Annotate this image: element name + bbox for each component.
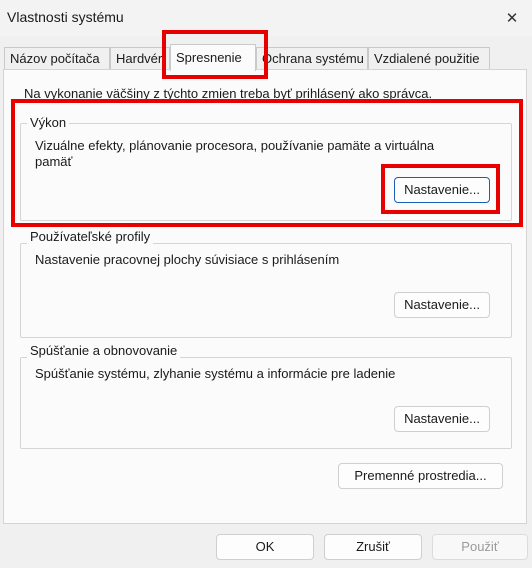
tab-computer-name[interactable]: Názov počítača bbox=[4, 47, 110, 69]
user-profiles-settings-button[interactable]: Nastavenie... bbox=[394, 292, 490, 318]
cancel-button[interactable]: Zrušiť bbox=[324, 534, 422, 560]
performance-description: Vizuálne efekty, plánovanie procesora, p… bbox=[35, 138, 435, 169]
window-title: Vlastnosti systému bbox=[7, 9, 124, 25]
user-profiles-description: Nastavenie pracovnej plochy súvisiace s … bbox=[35, 252, 340, 267]
tab-advanced[interactable]: Spresnenie bbox=[170, 44, 256, 71]
close-icon[interactable]: ✕ bbox=[492, 0, 532, 36]
startup-recovery-settings-button[interactable]: Nastavenie... bbox=[394, 406, 490, 432]
performance-label: Výkon bbox=[27, 115, 70, 131]
tab-strip: Názov počítača Hardvér Spresnenie Ochran… bbox=[0, 44, 532, 71]
tab-remote[interactable]: Vzdialené použitie bbox=[368, 47, 490, 69]
environment-variables-button[interactable]: Premenné prostredia... bbox=[338, 463, 503, 489]
tab-system-protection[interactable]: Ochrana systému bbox=[256, 47, 368, 69]
tab-hardware[interactable]: Hardvér bbox=[110, 47, 170, 69]
user-profiles-label: Používateľské profily bbox=[27, 229, 154, 245]
startup-recovery-label: Spúšťanie a obnovovanie bbox=[27, 343, 181, 359]
apply-button[interactable]: Použiť bbox=[432, 534, 528, 560]
title-bar: Vlastnosti systému ✕ bbox=[0, 0, 532, 36]
performance-settings-button[interactable]: Nastavenie... bbox=[394, 177, 490, 203]
ok-button[interactable]: OK bbox=[216, 534, 314, 560]
admin-note: Na vykonanie väčšiny z týchto zmien treb… bbox=[24, 86, 433, 101]
startup-recovery-description: Spúšťanie systému, zlyhanie systému a in… bbox=[35, 366, 396, 381]
